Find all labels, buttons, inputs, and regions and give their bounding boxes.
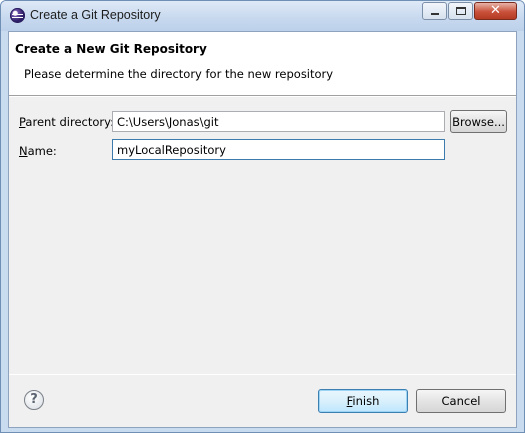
name-label: Name: [19,144,57,158]
eclipse-icon [10,8,25,23]
page-title: Create a New Git Repository [15,42,207,56]
parent-directory-label: Parent directory: [19,115,114,129]
close-button[interactable]: ✕ [474,2,517,20]
finish-label: inish [352,394,380,408]
caption-buttons: ✕ [421,2,517,20]
minimize-button[interactable] [422,2,447,20]
name-label-text: ame: [27,144,57,158]
page-description: Please determine the directory for the n… [24,67,334,81]
wizard-banner: Create a New Git Repository Please deter… [9,32,516,96]
cancel-button[interactable]: Cancel [416,389,506,413]
minimize-icon [431,13,439,15]
maximize-button[interactable] [448,2,473,20]
browse-button[interactable]: Browse... [450,110,507,133]
maximize-icon [456,7,466,15]
name-input[interactable] [112,139,445,160]
parent-directory-input[interactable] [112,111,445,132]
window-title: Create a Git Repository [30,8,161,22]
close-icon: ✕ [490,3,501,18]
dialog-window: Create a Git Repository ✕ Create a New G… [0,0,525,433]
title-bar[interactable]: Create a Git Repository ✕ [1,1,524,31]
help-icon[interactable]: ? [24,390,44,410]
name-mnemonic: N [19,144,28,158]
parent-directory-label-text: arent directory: [25,115,114,129]
finish-button[interactable]: Finish [318,389,408,413]
dialog-client-area: Create a New Git Repository Please deter… [8,31,517,428]
footer-separator [9,374,516,375]
banner-divider [9,96,516,97]
